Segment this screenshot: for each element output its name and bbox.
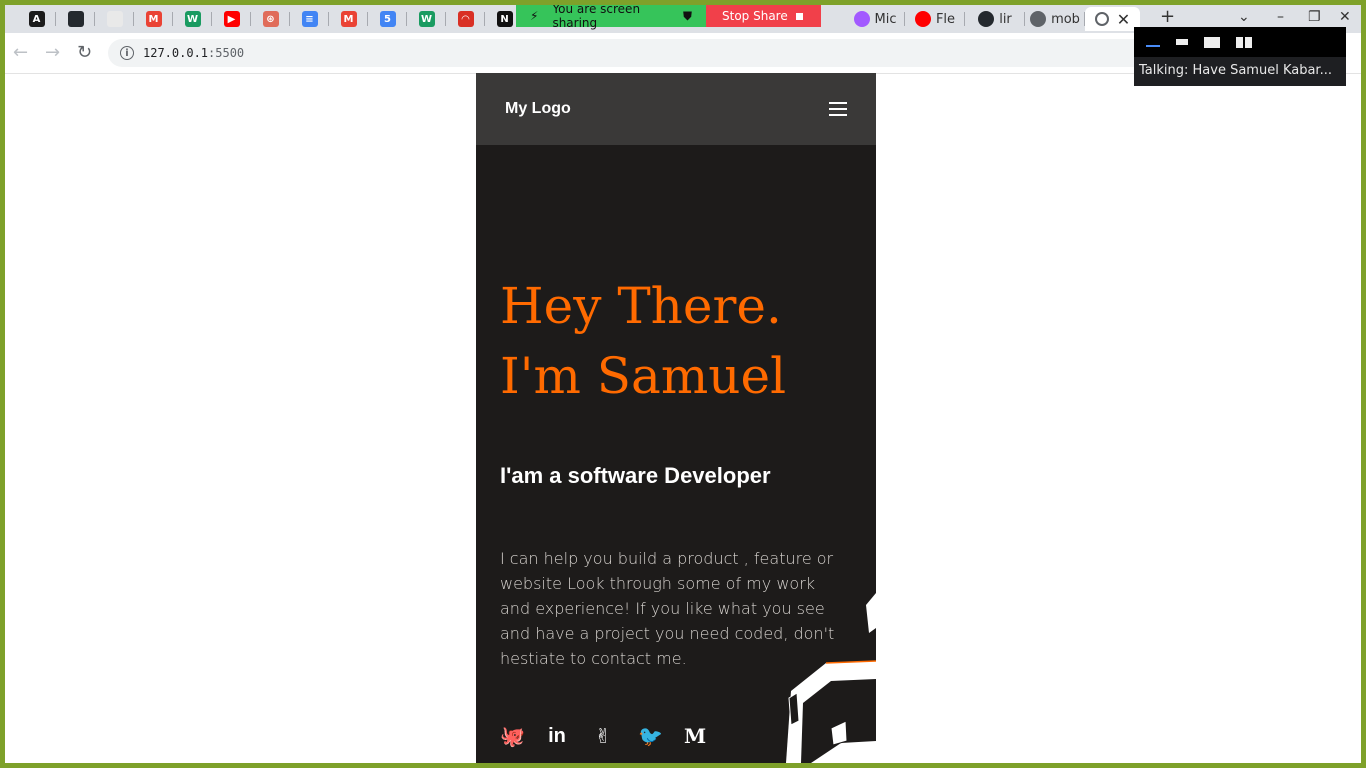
site-logo[interactable]: My Logo xyxy=(505,100,571,118)
gmail-icon: M xyxy=(340,11,357,27)
photos-icon xyxy=(106,11,123,27)
tab-title: mob xyxy=(1051,11,1080,27)
social-links: 🐙 in ✌ 🐦 M xyxy=(500,724,706,748)
call-overlay: Talking: Have Samuel Kabar... xyxy=(1134,27,1346,86)
browser-tab[interactable]: Fle xyxy=(905,7,965,31)
twitter-icon[interactable]: 🐦 xyxy=(638,724,663,748)
w3-icon: W xyxy=(184,11,201,27)
github-icon xyxy=(978,11,995,27)
tab-title: lir xyxy=(999,11,1012,27)
astro-icon: A xyxy=(28,11,45,27)
stop-share-button[interactable]: Stop Share xyxy=(706,5,821,27)
shield-icon: ⛊ xyxy=(682,8,692,23)
small-view-icon[interactable] xyxy=(1176,39,1188,45)
browser-tab[interactable]: lir xyxy=(965,7,1025,31)
stop-icon xyxy=(795,12,803,20)
url-port: :5500 xyxy=(208,46,245,60)
browser-tab[interactable]: M xyxy=(329,7,368,31)
browser-tab[interactable] xyxy=(56,7,95,31)
gallery-view-icon[interactable] xyxy=(1236,36,1252,48)
globe-icon xyxy=(1030,11,1047,27)
hero-line-2: I'm Samuel xyxy=(500,347,787,405)
browser-tab[interactable] xyxy=(95,7,134,31)
decorative-shape xyxy=(786,593,876,763)
browser-tab[interactable]: W xyxy=(407,7,446,31)
url-text[interactable]: 127.0.0.1:5500 xyxy=(143,46,244,60)
share-icon: ⚡ xyxy=(530,9,539,23)
large-view-icon[interactable] xyxy=(1204,36,1220,48)
speed-icon: ◠ xyxy=(457,11,474,27)
gmail-icon: M xyxy=(145,11,162,27)
angellist-icon[interactable]: ✌ xyxy=(592,724,614,748)
youtube-icon: ▶ xyxy=(223,11,240,27)
browser-tab[interactable]: Mic xyxy=(845,7,905,31)
browser-tab[interactable]: ≡ xyxy=(290,7,329,31)
minimize-icon[interactable]: – xyxy=(1277,9,1284,25)
role-heading: I'am a software Developer xyxy=(500,463,771,488)
browser-tab[interactable]: ▶ xyxy=(212,7,251,31)
openai-icon: ⊛ xyxy=(262,11,279,27)
tab-title: Fle xyxy=(935,11,956,27)
github-icon[interactable]: 🐙 xyxy=(500,724,525,748)
browser-tab[interactable]: A xyxy=(17,7,56,31)
hero-heading: Hey There. I'm Samuel xyxy=(500,271,786,411)
medium-icon[interactable]: M xyxy=(684,724,706,748)
tab-title: Mic xyxy=(874,11,897,27)
forward-icon[interactable]: → xyxy=(45,43,60,63)
hero-line-1: Hey There. xyxy=(500,277,782,335)
info-icon[interactable]: i xyxy=(120,46,134,60)
docs-icon: ≡ xyxy=(301,11,318,27)
talking-indicator: Talking: Have Samuel Kabar... xyxy=(1139,63,1332,78)
minimize-view-icon[interactable] xyxy=(1146,37,1160,47)
browser-window: A M W ▶ ⊛ ≡ M 5 W ◠ N Mic Fle lir mob ✕ + ⌄ – ❐ ✕ ⚡ Y… xyxy=(5,5,1361,763)
browser-tab[interactable]: ⊛ xyxy=(251,7,290,31)
notion-icon: N xyxy=(496,11,513,27)
tab-search-icon[interactable]: ⌄ xyxy=(1238,9,1250,25)
navbar: My Logo xyxy=(476,73,876,145)
figma-icon xyxy=(853,11,870,27)
browser-tab[interactable]: 5 xyxy=(368,7,407,31)
close-tab-icon[interactable]: ✕ xyxy=(1117,10,1130,29)
w3-icon: W xyxy=(418,11,435,27)
back-icon[interactable]: ← xyxy=(13,43,28,63)
github-icon xyxy=(67,11,84,27)
address-bar[interactable]: i 127.0.0.1:5500 xyxy=(108,39,1148,67)
reload-icon[interactable]: ↻ xyxy=(77,43,92,63)
url-host: 127.0.0.1 xyxy=(143,46,209,60)
new-tab-button[interactable]: + xyxy=(1160,6,1175,27)
share-status: ⚡ You are screen sharing ⛊ xyxy=(516,5,706,30)
browser-tab[interactable]: ◠ xyxy=(446,7,485,31)
stop-share-label: Stop Share xyxy=(722,9,788,23)
browser-tab[interactable]: W xyxy=(173,7,212,31)
screen-share-bar: ⚡ You are screen sharing ⛊ Stop Share xyxy=(516,5,821,30)
maximize-icon[interactable]: ❐ xyxy=(1308,9,1321,25)
globe-icon xyxy=(1094,12,1109,26)
browser-tab[interactable]: M xyxy=(134,7,173,31)
hamburger-menu-icon[interactable] xyxy=(829,102,847,116)
youtube-icon xyxy=(914,11,931,27)
overlay-view-controls xyxy=(1134,27,1346,57)
tab-active[interactable]: ✕ xyxy=(1085,7,1140,31)
share-status-text: You are screen sharing xyxy=(552,5,641,30)
portfolio-page: My Logo Hey There. I'm Samuel I'am a sof… xyxy=(476,73,876,763)
calendar-icon: 5 xyxy=(379,11,396,27)
close-window-icon[interactable]: ✕ xyxy=(1339,9,1351,25)
browser-tab[interactable]: mob xyxy=(1025,7,1085,31)
linkedin-icon[interactable]: in xyxy=(546,725,568,748)
